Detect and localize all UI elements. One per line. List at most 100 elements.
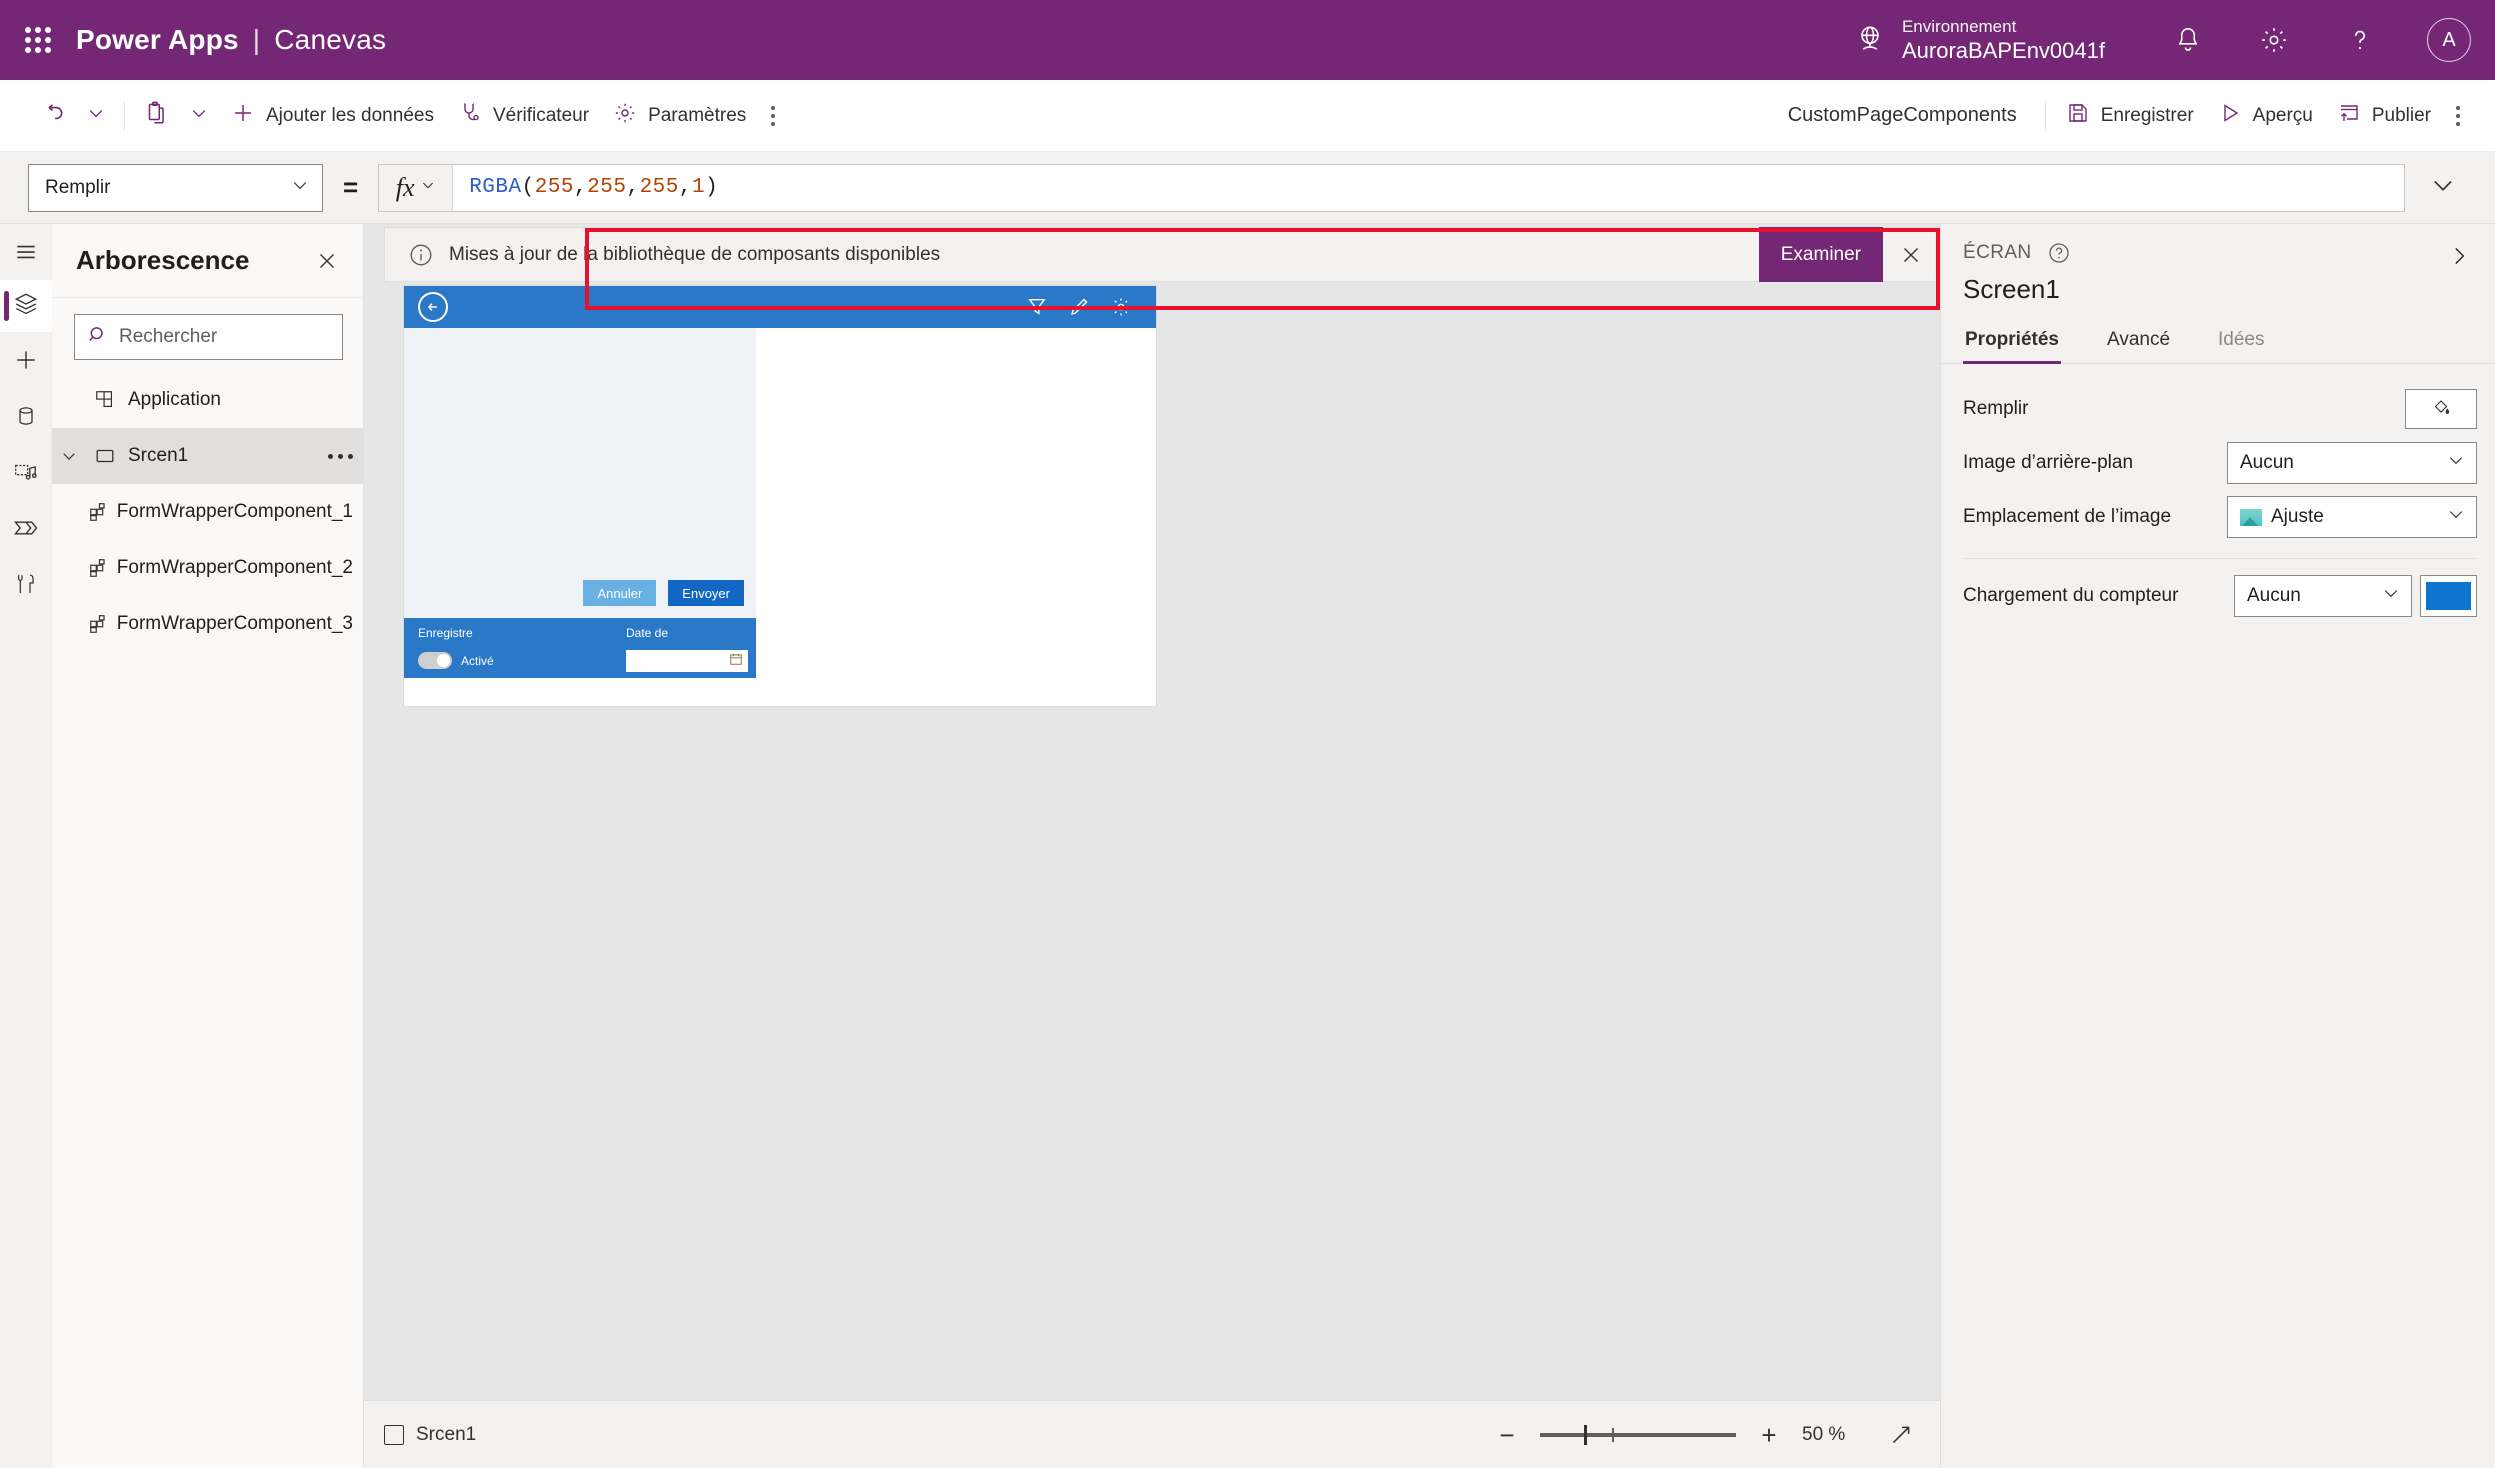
layers-icon — [13, 291, 39, 322]
save-label: Enregistrer — [2100, 104, 2194, 126]
loading-spinner-color-swatch[interactable] — [2420, 575, 2477, 617]
minus-icon[interactable]: − — [1494, 1422, 1520, 1448]
tree-item-formwrappercomponent-2[interactable]: FormWrapperComponent_2 — [52, 540, 363, 596]
zoom-controls: − + 50 % — [1494, 1418, 1918, 1452]
sidebar-item-power-automate[interactable] — [0, 504, 52, 556]
background-image-dropdown[interactable]: Aucun — [2227, 442, 2477, 484]
question-mark-icon[interactable] — [2317, 0, 2403, 80]
property-label: Remplir — [1963, 398, 2029, 419]
sidebar-item-data[interactable] — [0, 392, 52, 444]
brand-title: Power Apps — [76, 24, 239, 55]
review-button[interactable]: Examiner — [1758, 227, 1883, 282]
form-footer-component[interactable]: Enregistre Activé Date de — [404, 618, 756, 678]
page-title: Arborescence — [76, 245, 250, 275]
publish-label: Publier — [2371, 104, 2431, 126]
tree-item-label: FormWrapperComponent_2 — [116, 557, 353, 578]
gear-icon[interactable] — [2231, 0, 2317, 80]
equals-sign: = — [343, 172, 359, 202]
tab-idees[interactable]: Idées — [2216, 321, 2266, 363]
question-circle-icon[interactable] — [2046, 240, 2072, 266]
paste-dropdown[interactable] — [179, 93, 219, 139]
pencil-icon[interactable] — [1068, 296, 1090, 318]
sidebar-item-tree-view[interactable] — [0, 280, 52, 332]
search-box[interactable] — [74, 314, 343, 360]
loading-spinner-dropdown[interactable]: Aucun — [2234, 575, 2412, 617]
app-preview-canvas[interactable]: Annuler Envoyer Enregistre Activé Date d… — [404, 286, 1156, 706]
preview-button[interactable]: Aperçu — [2206, 93, 2325, 139]
hamburger-menu-icon[interactable] — [0, 224, 52, 280]
submit-button[interactable]: Envoyer — [668, 580, 744, 606]
tab-avance[interactable]: Avancé — [2105, 321, 2172, 363]
zoom-slider-thumb[interactable] — [1584, 1424, 1587, 1445]
fit-to-screen-icon[interactable] — [1884, 1418, 1918, 1452]
tab-proprietes[interactable]: Propriétés — [1963, 321, 2061, 364]
add-data-button[interactable]: Ajouter les données — [219, 93, 446, 139]
tree-item-screen1[interactable]: Srcen1 — [52, 428, 363, 484]
environment-switcher[interactable]: Environnement AuroraBAPEnv0041f — [1854, 16, 2145, 65]
toggle-row: Activé — [418, 652, 494, 669]
formula-arg: 1 — [691, 176, 706, 199]
app-preview-header-icons — [1026, 296, 1142, 318]
screen-icon — [86, 445, 124, 467]
image-position-dropdown[interactable]: Ajuste — [2227, 496, 2477, 538]
chevron-down-icon — [2381, 583, 2401, 609]
cancel-button[interactable]: Annuler — [583, 580, 657, 606]
plus-icon — [13, 347, 39, 378]
filter-icon[interactable] — [1026, 296, 1048, 318]
image-icon — [2240, 508, 2262, 526]
tree-view-header: Arborescence — [52, 224, 363, 298]
avatar[interactable]: A — [2403, 0, 2495, 80]
chevron-down-icon — [2446, 504, 2466, 530]
sidebar-item-tools[interactable] — [0, 560, 52, 612]
formula-input-wrapper[interactable]: fx RGBA(255, 255, 255, 1) — [378, 163, 2405, 212]
tree-item-more-button[interactable] — [328, 453, 353, 459]
status-screen-selector[interactable]: Srcen1 — [384, 1424, 476, 1446]
zoom-slider[interactable] — [1540, 1424, 1736, 1445]
date-picker[interactable] — [626, 650, 748, 672]
properties-header: ÉCRAN Screen1 — [1941, 224, 2495, 305]
property-selector[interactable]: Remplir — [28, 163, 323, 212]
close-icon[interactable] — [307, 241, 347, 281]
footer-left-group: Enregistre Activé — [418, 626, 494, 669]
fill-color-button[interactable] — [2405, 389, 2477, 429]
app-launcher-icon[interactable] — [0, 27, 76, 53]
save-button[interactable]: Enregistrer — [2054, 93, 2206, 139]
publish-overflow-button[interactable] — [2443, 105, 2473, 126]
divider — [2044, 100, 2046, 131]
formula-punct: , — [678, 176, 692, 199]
formula-expand-button[interactable] — [2405, 171, 2481, 204]
search-input[interactable] — [119, 326, 330, 348]
formula-input[interactable]: RGBA(255, 255, 255, 1) — [453, 165, 2404, 211]
screen-icon — [384, 1424, 404, 1445]
tree-item-label: FormWrapperComponent_1 — [116, 501, 353, 522]
app-icon — [86, 389, 124, 411]
fx-toggle-button[interactable]: fx — [379, 164, 454, 211]
property-label: Chargement du compteur — [1963, 585, 2179, 606]
tree-item-formwrappercomponent-1[interactable]: FormWrapperComponent_1 — [52, 484, 363, 540]
form-wrapper-component[interactable]: Annuler Envoyer — [404, 328, 756, 618]
bell-icon[interactable] — [2145, 0, 2231, 80]
close-icon[interactable] — [1883, 227, 1939, 282]
chevron-down-icon[interactable] — [52, 447, 86, 465]
publish-button[interactable]: Publier — [2325, 93, 2443, 139]
sidebar-item-insert[interactable] — [0, 336, 52, 388]
undo-button[interactable] — [30, 93, 76, 139]
undo-dropdown[interactable] — [76, 93, 116, 139]
fx-glyph: fx — [395, 172, 415, 202]
chevron-down-icon — [290, 175, 310, 201]
tree-item-formwrappercomponent-3[interactable]: FormWrapperComponent_3 — [52, 596, 363, 652]
checker-button[interactable]: Vérificateur — [446, 93, 601, 139]
tree-view-panel: Arborescence Rechercher Application Srce… — [52, 224, 364, 1468]
sidebar-item-media[interactable] — [0, 448, 52, 500]
tree-item-application[interactable]: Application — [52, 372, 363, 428]
enable-toggle[interactable] — [418, 652, 452, 669]
paste-button[interactable] — [133, 93, 179, 139]
dropdown-value: Ajuste — [2271, 506, 2324, 527]
plus-icon[interactable]: + — [1756, 1422, 1782, 1448]
chevron-right-icon[interactable] — [2441, 238, 2477, 274]
command-overflow-button[interactable] — [758, 105, 788, 126]
settings-button[interactable]: Paramètres — [601, 93, 758, 139]
back-arrow-icon[interactable] — [418, 292, 448, 322]
brand-subtitle: Canevas — [274, 24, 387, 55]
gear-icon[interactable] — [1110, 296, 1132, 318]
